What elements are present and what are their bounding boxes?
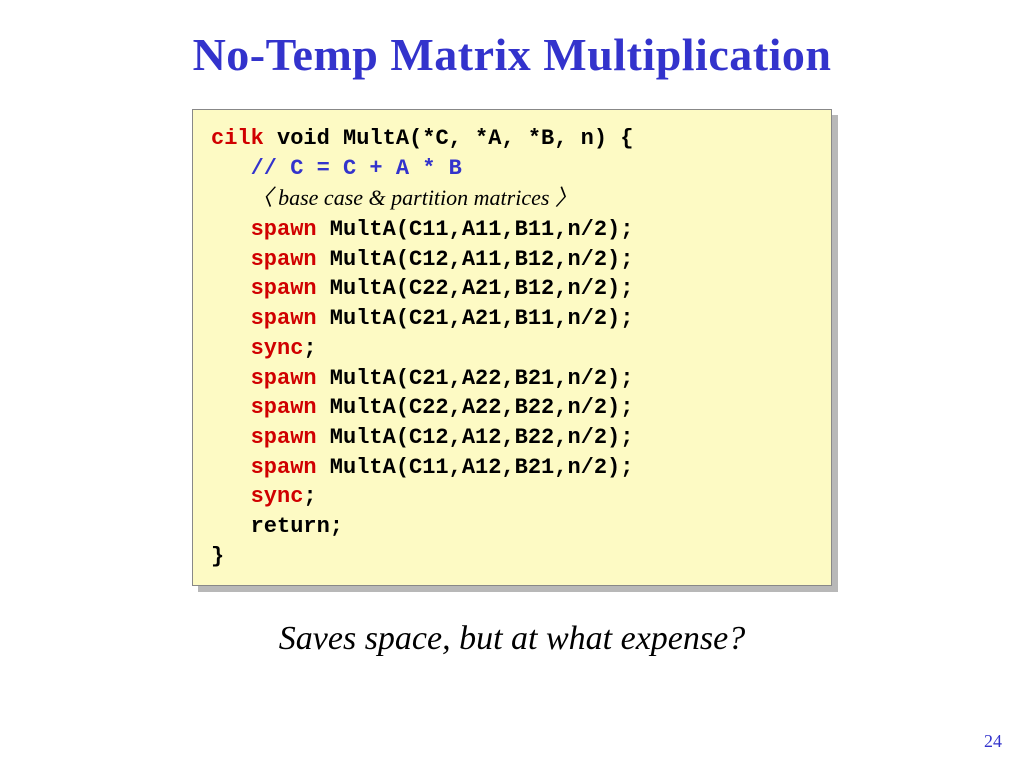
keyword-spawn: spawn bbox=[251, 455, 317, 480]
call-1: MultA(C11,A11,B11,n/2); bbox=[317, 217, 634, 242]
code-block: cilk void MultA(*C, *A, *B, n) { // C = … bbox=[192, 109, 832, 586]
code-comment: // C = C + A * B bbox=[251, 156, 462, 181]
call-2: MultA(C12,A11,B12,n/2); bbox=[317, 247, 634, 272]
note-open: 〈 bbox=[251, 185, 279, 210]
call-5: MultA(C21,A22,B21,n/2); bbox=[317, 366, 634, 391]
slide-title: No-Temp Matrix Multiplication bbox=[0, 0, 1024, 81]
page-number: 24 bbox=[984, 731, 1002, 752]
keyword-spawn: spawn bbox=[251, 306, 317, 331]
call-6: MultA(C22,A22,B22,n/2); bbox=[317, 395, 634, 420]
keyword-sync: sync bbox=[251, 484, 304, 509]
keyword-cilk: cilk bbox=[211, 126, 264, 151]
semicolon: ; bbox=[303, 336, 316, 361]
close-brace: } bbox=[211, 544, 224, 569]
slide-caption: Saves space, but at what expense? bbox=[0, 620, 1024, 658]
signature-rest: void MultA(*C, *A, *B, n) { bbox=[264, 126, 634, 151]
semicolon: ; bbox=[303, 484, 316, 509]
keyword-spawn: spawn bbox=[251, 247, 317, 272]
call-4: MultA(C21,A21,B11,n/2); bbox=[317, 306, 634, 331]
keyword-spawn: spawn bbox=[251, 217, 317, 242]
call-3: MultA(C22,A21,B12,n/2); bbox=[317, 276, 634, 301]
keyword-spawn: spawn bbox=[251, 366, 317, 391]
return-line: return; bbox=[251, 514, 343, 539]
keyword-spawn: spawn bbox=[251, 395, 317, 420]
note-text: base case & partition matrices bbox=[278, 185, 549, 210]
keyword-sync: sync bbox=[251, 336, 304, 361]
keyword-spawn: spawn bbox=[251, 276, 317, 301]
note-close: 〉 bbox=[549, 185, 577, 210]
call-7: MultA(C12,A12,B22,n/2); bbox=[317, 425, 634, 450]
keyword-spawn: spawn bbox=[251, 425, 317, 450]
code-block-wrapper: cilk void MultA(*C, *A, *B, n) { // C = … bbox=[192, 109, 832, 586]
call-8: MultA(C11,A12,B21,n/2); bbox=[317, 455, 634, 480]
